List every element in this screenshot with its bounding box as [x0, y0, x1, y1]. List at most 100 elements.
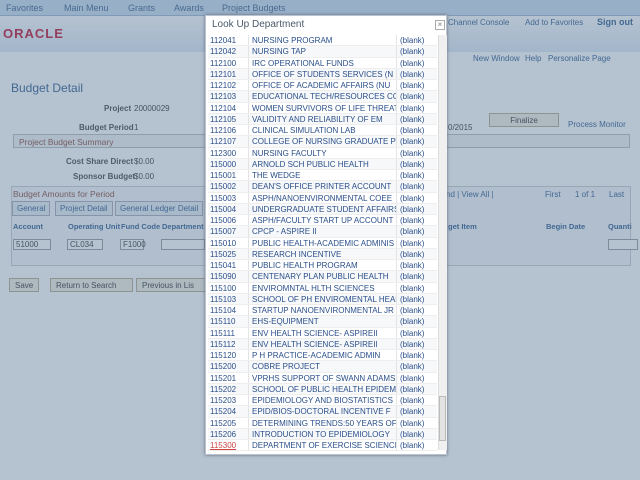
department-code-link[interactable]: 115007: [208, 226, 249, 237]
list-item[interactable]: 115002 DEAN'S OFFICE PRINTER ACCOUNT (blan…: [208, 181, 437, 193]
list-item[interactable]: 115104 STARTUP NANOENVIRONMENTAL JR F (bla…: [208, 305, 437, 317]
department-code-link[interactable]: 115202: [208, 383, 249, 394]
department-code-link[interactable]: 112100: [208, 57, 249, 68]
list-item[interactable]: 115006 ASPH/FACULTY START UP ACCOUNT (blan…: [208, 215, 437, 227]
department-description: EPIDEMIOLOGY AND BIOSTATISTICS: [249, 395, 397, 406]
department-description: CENTENARY PLAN PUBLIC HEALTH: [249, 271, 397, 282]
department-code-link[interactable]: 115104: [208, 305, 249, 316]
list-item[interactable]: 112100 IRC OPERATIONAL FUNDS (blank): [208, 57, 437, 69]
scrollbar-thumb[interactable]: [439, 396, 446, 441]
list-item[interactable]: 115203 EPIDEMIOLOGY AND BIOSTATISTICS (bla…: [208, 395, 437, 407]
list-item[interactable]: 112042 NURSING TAP (blank): [208, 46, 437, 58]
department-description: SCHOOL OF PH ENVIROMENTAL HEAL: [249, 293, 397, 304]
department-code-link[interactable]: 115090: [208, 271, 249, 282]
department-status: (blank): [400, 58, 425, 68]
department-description: ASPH/FACULTY START UP ACCOUNT: [249, 215, 397, 226]
department-code-link[interactable]: 115204: [208, 406, 249, 417]
list-item[interactable]: 115100 ENVIROMNTAL HLTH SCIENCES (blank): [208, 282, 437, 294]
list-item[interactable]: 112107 COLLEGE OF NURSING GRADUATE PR (bla…: [208, 136, 437, 148]
list-item[interactable]: 115010 PUBLIC HEALTH-ACADEMIC ADMINIS (bla…: [208, 237, 437, 249]
department-code-link[interactable]: 112106: [208, 125, 249, 136]
department-code-link[interactable]: 115205: [208, 417, 249, 428]
department-status: (blank): [400, 216, 425, 225]
department-description: WOMEN SURVIVORS OF LIFE THREAT: [249, 102, 397, 113]
department-description: EDUCATIONAL TECH/RESOURCES COM: [249, 91, 397, 102]
department-code-link[interactable]: 115003: [208, 192, 249, 203]
department-description: COBRE PROJECT: [249, 361, 397, 372]
list-item[interactable]: 115120 P H PRACTICE-ACADEMIC ADMIN (blank): [208, 350, 437, 362]
department-description: STARTUP NANOENVIRONMENTAL JR F: [249, 305, 397, 316]
list-item[interactable]: 115003 ASPH/NANOENVIRONMENTAL COEE (blank): [208, 192, 437, 204]
list-item[interactable]: 112300 NURSING FACULTY (blank): [208, 147, 437, 159]
department-code-link[interactable]: 115001: [208, 170, 249, 181]
department-code-link[interactable]: 115112: [208, 338, 249, 349]
list-item[interactable]: 115201 VPRHS SUPPORT OF SWANN ADAMS (blank…: [208, 372, 437, 384]
list-item[interactable]: 115007 CPCP - ASPIRE II (blank): [208, 226, 437, 238]
list-item[interactable]: 115001 THE WEDGE (blank): [208, 170, 437, 182]
list-item[interactable]: 115300 DEPARTMENT OF EXERCISE SCIENCE (bla…: [208, 440, 437, 452]
department-status: (blank): [400, 407, 425, 417]
list-item[interactable]: 112104 WOMEN SURVIVORS OF LIFE THREAT (bla…: [208, 102, 437, 114]
list-item[interactable]: 115112 ENV HEALTH SCIENCE- ASPIREII (blank…: [208, 338, 437, 350]
department-description: P H PRACTICE-ACADEMIC ADMIN: [249, 350, 397, 361]
list-item[interactable]: 115025 RESEARCH INCENTIVE (blank): [208, 248, 437, 260]
list-item[interactable]: 115000 ARNOLD SCH PUBLIC HEALTH (blank): [208, 158, 437, 170]
department-code-link[interactable]: 115200: [208, 361, 249, 372]
list-item[interactable]: 115111 ENV HEALTH SCIENCE- ASPIREII (blank…: [208, 327, 437, 339]
department-code-link[interactable]: 115120: [208, 350, 249, 361]
list-item[interactable]: 115205 DETERMINING TRENDS:50 YEARS OF (bla…: [208, 417, 437, 429]
department-code-link[interactable]: 112101: [208, 68, 249, 79]
list-item[interactable]: 115004 UNDERGRADUATE STUDENT AFFAIRS (blan…: [208, 203, 437, 215]
department-status: (blank): [400, 351, 425, 360]
list-item[interactable]: 115090 CENTENARY PLAN PUBLIC HEALTH (blank…: [208, 271, 437, 283]
list-item[interactable]: 112101 OFFICE OF STUDENTS SERVICES (N (bla…: [208, 68, 437, 80]
department-code-link[interactable]: 115000: [208, 158, 249, 169]
scrollbar[interactable]: [438, 35, 447, 450]
list-item[interactable]: 112103 EDUCATIONAL TECH/RESOURCES COM (bla…: [208, 91, 437, 103]
list-item[interactable]: 115204 EPID/BIOS-DOCTORAL INCENTIVE F (bla…: [208, 406, 437, 418]
department-code-link[interactable]: 112300: [208, 147, 249, 158]
department-status: (blank): [400, 328, 425, 338]
department-code-link[interactable]: 115103: [208, 293, 249, 304]
department-code-link[interactable]: 115010: [208, 237, 249, 248]
department-code-link[interactable]: 115203: [208, 395, 249, 406]
department-code-link[interactable]: 112102: [208, 80, 249, 91]
department-status: (blank): [400, 362, 425, 372]
department-code-link[interactable]: 112041: [208, 35, 249, 46]
department-code-link[interactable]: 112107: [208, 136, 249, 147]
department-status: (blank): [400, 103, 425, 113]
department-code-link[interactable]: 115206: [208, 428, 249, 439]
department-status: (blank): [400, 227, 425, 237]
department-code-link[interactable]: 115300: [208, 440, 249, 451]
department-code-link[interactable]: 115002: [208, 181, 249, 192]
department-code-link[interactable]: 115025: [208, 248, 249, 259]
department-description: DEAN'S OFFICE PRINTER ACCOUNT: [249, 181, 397, 192]
close-icon[interactable]: ×: [435, 20, 445, 30]
department-status: (blank): [400, 126, 425, 135]
department-code-link[interactable]: 112105: [208, 113, 249, 124]
list-item[interactable]: 115200 COBRE PROJECT (blank): [208, 361, 437, 373]
department-code-link[interactable]: 115201: [208, 372, 249, 383]
department-code-link[interactable]: 112104: [208, 102, 249, 113]
department-code-link[interactable]: 115006: [208, 215, 249, 226]
list-item[interactable]: 112041 NURSING PROGRAM (blank): [208, 35, 437, 47]
department-description: OFFICE OF ACADEMIC AFFAIRS (NU: [249, 80, 397, 91]
department-code-link[interactable]: 112103: [208, 91, 249, 102]
list-item[interactable]: 112106 CLINICAL SIMULATION LAB (blank): [208, 125, 437, 137]
list-item[interactable]: 115041 PUBLIC HEALTH PROGRAM (blank): [208, 260, 437, 272]
list-item[interactable]: 115206 INTRODUCTION TO EPIDEMIOLOGY (blank…: [208, 428, 437, 440]
list-item[interactable]: 115202 SCHOOL OF PUBLIC HEALTH EPIDEM (bla…: [208, 383, 437, 395]
department-status: (blank): [400, 182, 425, 192]
department-code-link[interactable]: 115111: [208, 327, 249, 338]
department-description: PUBLIC HEALTH PROGRAM: [249, 260, 397, 271]
list-item[interactable]: 115110 EHS-EQUIPMENT (blank): [208, 316, 437, 328]
department-code-link[interactable]: 115110: [208, 316, 249, 327]
list-item[interactable]: 112105 VALIDITY AND RELIABILITY OF EM (bla…: [208, 113, 437, 125]
department-code-link[interactable]: 115100: [208, 282, 249, 293]
list-item[interactable]: 112102 OFFICE OF ACADEMIC AFFAIRS (NU (bla…: [208, 80, 437, 92]
department-code-link[interactable]: 112042: [208, 46, 249, 57]
department-code-link[interactable]: 115004: [208, 203, 249, 214]
list-item[interactable]: 115103 SCHOOL OF PH ENVIROMENTAL HEAL (bla…: [208, 293, 437, 305]
department-code-link[interactable]: 115041: [208, 260, 249, 271]
department-description: EHS-EQUIPMENT: [249, 316, 397, 327]
